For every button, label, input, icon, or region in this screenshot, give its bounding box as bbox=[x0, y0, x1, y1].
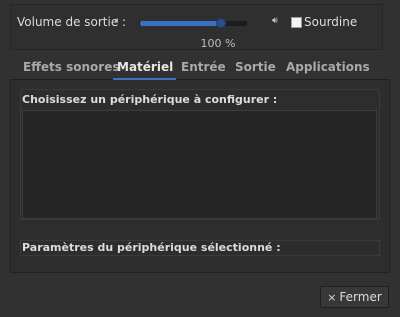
tab-applications[interactable]: Applications bbox=[286, 60, 370, 74]
device-settings-title: Paramètres du périphérique sélectionné : bbox=[22, 241, 281, 254]
speaker-high-icon: 🔊︎ bbox=[272, 16, 278, 26]
volume-slider-handle[interactable] bbox=[216, 18, 226, 28]
tab-output[interactable]: Sortie bbox=[235, 60, 276, 74]
device-chooser-frame: Choisissez un périphérique à configurer … bbox=[20, 89, 380, 220]
close-button[interactable]: × Fermer bbox=[320, 286, 389, 308]
close-button-label: Fermer bbox=[339, 290, 382, 304]
sound-preferences-window: Volume de sortie : 🔈︎ 🔊︎ Sourdine 100 % … bbox=[0, 0, 400, 317]
hardware-panel: Choisissez un périphérique à configurer … bbox=[10, 80, 390, 273]
device-settings-frame: Paramètres du périphérique sélectionné : bbox=[20, 240, 380, 256]
tab-bar: Effets sonores Matériel Entrée Sortie Ap… bbox=[10, 57, 390, 80]
tab-hardware[interactable]: Matériel bbox=[117, 60, 173, 74]
device-chooser-title: Choisissez un périphérique à configurer … bbox=[22, 93, 278, 106]
mute-label[interactable]: Sourdine bbox=[304, 15, 357, 29]
output-volume-label: Volume de sortie : bbox=[17, 15, 127, 29]
tab-input[interactable]: Entrée bbox=[181, 60, 226, 74]
volume-percent-label: 100 % bbox=[200, 37, 236, 50]
device-list[interactable] bbox=[22, 110, 377, 219]
tab-sound-effects[interactable]: Effets sonores bbox=[23, 60, 120, 74]
mute-checkbox[interactable] bbox=[291, 17, 302, 28]
output-volume-frame: Volume de sortie : 🔈︎ 🔊︎ Sourdine 100 % bbox=[10, 4, 383, 50]
volume-slider[interactable] bbox=[139, 18, 247, 28]
volume-slider-fill bbox=[140, 21, 221, 26]
speaker-low-icon: 🔈︎ bbox=[115, 16, 121, 26]
close-icon: × bbox=[327, 290, 337, 304]
